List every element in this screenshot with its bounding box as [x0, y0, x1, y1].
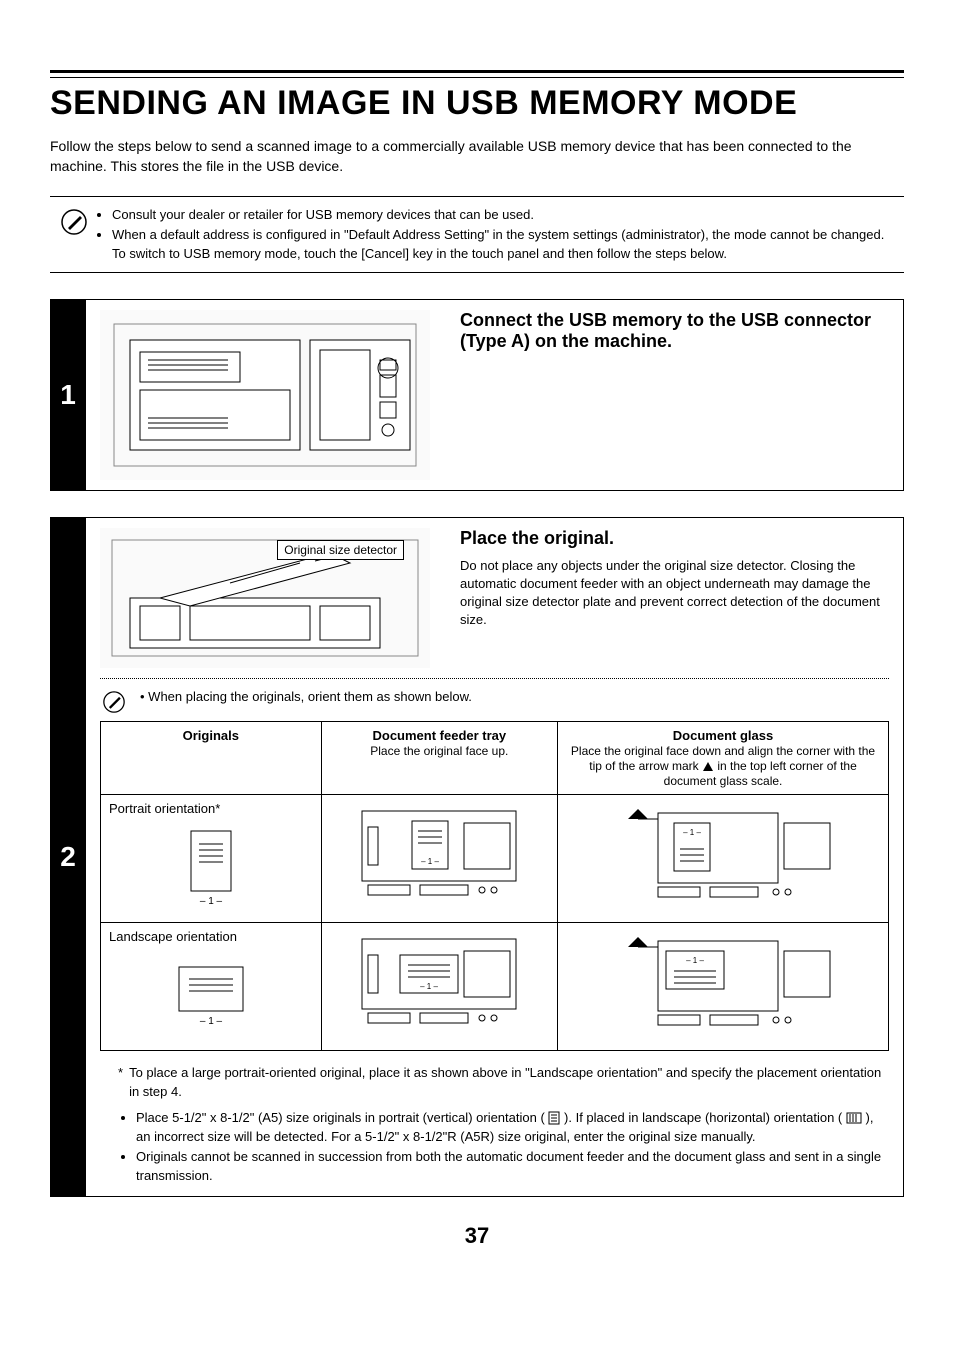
title-rule	[50, 70, 904, 78]
info-bullet-2: When a default address is configured in …	[112, 225, 900, 264]
table-header-glass: Document glass Place the original face d…	[558, 721, 889, 794]
page-title: SENDING AN IMAGE IN USB MEMORY MODE	[50, 84, 904, 123]
svg-text:– 1 –: – 1 –	[200, 1016, 223, 1027]
size-detector-label: Original size detector	[277, 540, 404, 560]
svg-text:– 1 –: – 1 –	[420, 982, 438, 991]
intro-paragraph: Follow the steps below to send a scanned…	[50, 137, 904, 176]
machine-illustration	[100, 310, 430, 480]
portrait-original-icon: – 1 –	[109, 816, 313, 916]
footnote-bullet-2: Originals cannot be scanned in successio…	[136, 1147, 889, 1186]
table-header-feeder: Document feeder tray Place the original …	[321, 721, 557, 794]
portrait-feeder-icon: – 1 –	[330, 801, 549, 901]
landscape-page-icon	[846, 1112, 862, 1124]
step-2: 2 Original size detector	[50, 517, 904, 1197]
footnote-star: To place a large portrait-oriented origi…	[129, 1063, 889, 1102]
svg-text:– 1 –: – 1 –	[683, 828, 701, 837]
pencil-icon	[54, 205, 94, 235]
orientation-note-row: • When placing the originals, orient the…	[100, 689, 889, 713]
step-2-heading: Place the original.	[460, 528, 889, 549]
step-2-paragraph: Do not place any objects under the origi…	[460, 557, 889, 630]
page-number: 37	[50, 1223, 904, 1249]
step-1-number: 1	[50, 299, 86, 491]
landscape-feeder-icon: – 1 –	[330, 929, 549, 1029]
landscape-glass-icon: – 1 –	[566, 929, 880, 1029]
step-2-number: 2	[50, 517, 86, 1197]
portrait-glass-icon: – 1 –	[566, 801, 880, 901]
step-1: 1	[50, 299, 904, 491]
table-row-landscape: Landscape orientation – 1 –	[101, 922, 889, 1050]
portrait-page-icon	[548, 1111, 560, 1125]
landscape-label: Landscape orientation	[109, 929, 237, 944]
footnotes: * To place a large portrait-oriented ori…	[100, 1063, 889, 1186]
arrow-mark-icon	[702, 761, 714, 773]
dotted-divider	[100, 678, 889, 679]
svg-text:– 1 –: – 1 –	[200, 896, 223, 906]
footnote-bullet-1: Place 5-1/2" x 8-1/2" (A5) size original…	[136, 1108, 889, 1147]
info-box: Consult your dealer or retailer for USB …	[50, 196, 904, 273]
portrait-label: Portrait orientation*	[109, 801, 220, 816]
info-text: Consult your dealer or retailer for USB …	[94, 205, 900, 264]
landscape-original-icon: – 1 –	[109, 944, 313, 1044]
table-header-originals: Originals	[101, 721, 322, 794]
svg-text:– 1 –: – 1 –	[421, 857, 439, 866]
pencil-icon-small	[100, 689, 128, 713]
info-bullet-1: Consult your dealer or retailer for USB …	[112, 205, 900, 225]
adf-illustration: Original size detector	[100, 528, 430, 668]
svg-text:– 1 –: – 1 –	[686, 956, 704, 965]
orientation-table: Originals Document feeder tray Place the…	[100, 721, 889, 1051]
step-1-heading: Connect the USB memory to the USB connec…	[460, 310, 889, 352]
table-row-portrait: Portrait orientation* – 1 –	[101, 794, 889, 922]
orientation-note: • When placing the originals, orient the…	[140, 689, 472, 704]
